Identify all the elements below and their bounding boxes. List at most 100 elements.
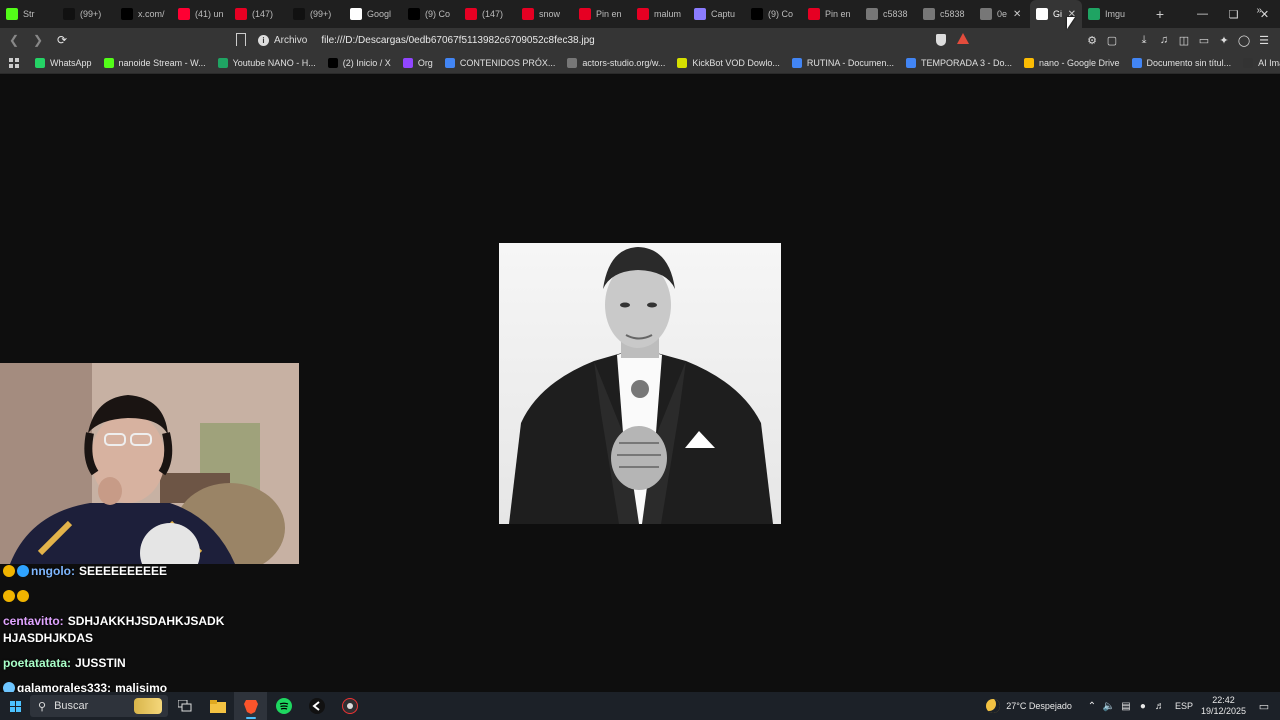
tab-0[interactable]: Str: [0, 0, 57, 28]
drive-icon: [1023, 57, 1034, 68]
extensions-icon[interactable]: ⚙: [1082, 30, 1102, 50]
browser-toolbar: ❮ ❯ ⟳ i Archivo file:///D:/Descargas/0ed…: [0, 28, 1280, 52]
tab-16[interactable]: c5838: [917, 0, 974, 28]
brave-rewards-icon[interactable]: [957, 33, 969, 44]
tab-12[interactable]: Captu: [688, 0, 745, 28]
tab-3[interactable]: (41) un: [172, 0, 229, 28]
system-tray: 27°C Despejado ⌃ 🔈 ▤ ● ♬ ESP 22:42 19/12…: [986, 692, 1280, 720]
viewed-photo[interactable]: [499, 243, 781, 524]
brave-shield-icon[interactable]: [936, 34, 946, 46]
tab-9[interactable]: snow: [516, 0, 573, 28]
clock-date: 19/12/2025: [1200, 706, 1246, 716]
address-bar[interactable]: i Archivo file:///D:/Descargas/0edb67067…: [258, 30, 928, 50]
microphone-icon[interactable]: ●: [1135, 701, 1151, 712]
bookmark-item[interactable]: Org: [402, 57, 433, 68]
tab-13[interactable]: (9) Co: [745, 0, 802, 28]
forward-button[interactable]: ❯: [28, 30, 48, 50]
bookmark-item[interactable]: RUTINA - Documen...: [791, 57, 894, 68]
tab-strip: Str (99+) x.com/ (41) un (147) (99+) Googl (9) …: [0, 0, 1280, 28]
tab-title: c5838: [940, 9, 965, 19]
bookmark-item[interactable]: CONTENIDOS PRÓX...: [444, 57, 555, 68]
tab-15[interactable]: c5838: [860, 0, 917, 28]
doc-icon: [444, 57, 455, 68]
search-placeholder: Buscar: [54, 700, 89, 712]
close-window-icon[interactable]: ✕: [1249, 0, 1280, 28]
file-explorer-icon[interactable]: [201, 692, 234, 720]
kickbot-icon: [677, 57, 688, 68]
tab-6[interactable]: Googl: [344, 0, 402, 28]
spotify-icon[interactable]: [267, 692, 300, 720]
close-tab-icon[interactable]: ✕: [1013, 9, 1021, 20]
tab-8[interactable]: (147): [459, 0, 516, 28]
taskbar-search[interactable]: ⚲ Buscar: [30, 695, 168, 717]
bookmark-item[interactable]: WhatsApp: [35, 57, 92, 68]
bookmark-label: Youtube NANO - H...: [232, 57, 316, 68]
bookmark-icon[interactable]: [236, 33, 246, 46]
x-icon: [327, 57, 338, 68]
bookmark-item[interactable]: nano - Google Drive: [1023, 57, 1120, 68]
search-highlight-icon: [134, 698, 162, 714]
tab-2[interactable]: x.com/: [115, 0, 172, 28]
bookmark-item[interactable]: TEMPORADA 3 - Do...: [905, 57, 1012, 68]
download-icon[interactable]: ⤓: [1134, 30, 1154, 50]
media-icon[interactable]: ♫: [1154, 30, 1174, 50]
menu-icon[interactable]: ☰: [1254, 30, 1274, 50]
tab-19[interactable]: Imgu: [1082, 0, 1142, 28]
tab-14[interactable]: Pin en: [802, 0, 860, 28]
start-button[interactable]: [0, 692, 30, 720]
chat-message: poetatatata: JUSSTIN: [3, 655, 233, 672]
tab-5[interactable]: (99+): [287, 0, 344, 28]
tab-7[interactable]: (9) Co: [402, 0, 459, 28]
info-icon[interactable]: i: [258, 34, 269, 46]
clock[interactable]: 22:42 19/12/2025: [1201, 695, 1246, 717]
bookmark-item[interactable]: (2) Inicio / X: [327, 57, 391, 68]
pinterest-icon: [465, 8, 477, 20]
chat-badge-icon: [3, 565, 15, 577]
weather-widget[interactable]: 27°C Despejado: [986, 699, 1072, 713]
back-button[interactable]: ❮: [4, 30, 24, 50]
more-bookmarks-icon[interactable]: »: [1256, 5, 1262, 16]
address-url[interactable]: file:///D:/Descargas/0edb67067f5113982c6…: [321, 35, 594, 46]
tab-title: x.com/: [138, 9, 165, 19]
speaker-icon[interactable]: 🔈: [1101, 701, 1117, 712]
tab-1[interactable]: (99+): [57, 0, 115, 28]
bookmark-item[interactable]: Documento sin títul...: [1131, 57, 1232, 68]
leo-ai-icon[interactable]: ✦: [1214, 30, 1234, 50]
minimize-icon[interactable]: —: [1187, 0, 1218, 28]
bookmark-label: Documento sin títul...: [1146, 57, 1232, 68]
obs-icon[interactable]: [333, 692, 366, 720]
bookmark-item[interactable]: AI Image Upscaler |...: [1243, 57, 1280, 68]
volume-icon[interactable]: ♬: [1152, 701, 1168, 712]
capcut-icon[interactable]: [300, 692, 333, 720]
globe-icon: [980, 8, 992, 20]
chevron-up-icon[interactable]: ⌃: [1084, 701, 1100, 712]
bookmark-item[interactable]: actors-studio.org/w...: [567, 57, 665, 68]
notifications-icon[interactable]: ▭: [1254, 700, 1274, 713]
wallet-panel-icon[interactable]: ▭: [1194, 30, 1214, 50]
bookmark-item[interactable]: Youtube NANO - H...: [217, 57, 316, 68]
bookmark-item[interactable]: nanoide Stream - W...: [103, 57, 206, 68]
globe-icon: [923, 8, 935, 20]
network-icon[interactable]: ▤: [1118, 701, 1134, 712]
tab-17[interactable]: 0e ✕: [974, 0, 1030, 28]
tab-10[interactable]: Pin en: [573, 0, 631, 28]
language-indicator[interactable]: ESP: [1175, 701, 1193, 711]
chat-message: [3, 588, 233, 605]
pinterest-icon: [579, 8, 591, 20]
apps-grid-icon[interactable]: [9, 57, 19, 68]
task-view-icon[interactable]: [168, 692, 201, 720]
windows-logo-icon: [9, 700, 21, 712]
sidebar-icon[interactable]: ◫: [1174, 30, 1194, 50]
wallet-icon[interactable]: ▢: [1102, 30, 1122, 50]
google-icon: [1036, 8, 1048, 20]
brave-browser-icon[interactable]: [234, 692, 267, 720]
new-tab-button[interactable]: +: [1148, 6, 1172, 22]
tab-11[interactable]: malum: [631, 0, 688, 28]
bookmark-item[interactable]: KickBot VOD Dowlo...: [677, 57, 780, 68]
tab-4[interactable]: (147): [229, 0, 287, 28]
address-scheme-label: Archivo: [274, 34, 308, 46]
reload-button[interactable]: ⟳: [52, 30, 72, 50]
vpn-icon[interactable]: ◯: [1234, 30, 1254, 50]
restore-icon[interactable]: ❏: [1218, 0, 1249, 28]
whatsapp-icon: [35, 57, 45, 68]
